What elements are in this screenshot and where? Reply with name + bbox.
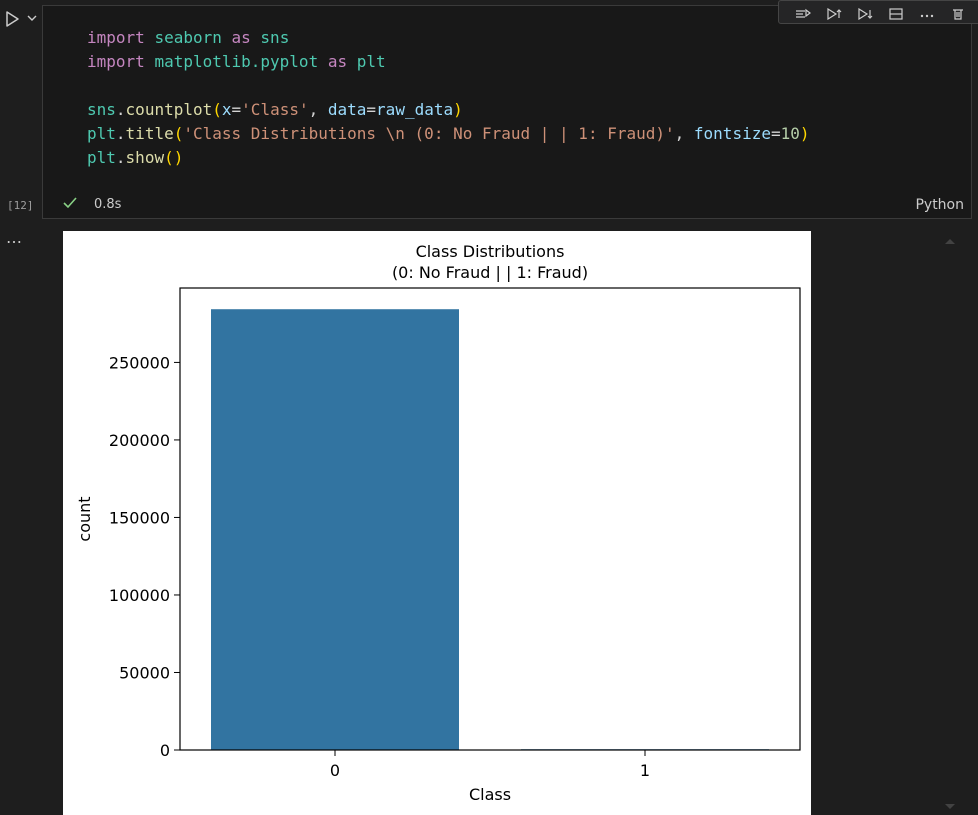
y-tick-label: 150000 <box>109 508 170 527</box>
code-token: import <box>87 28 145 47</box>
run-by-line-icon[interactable] <box>795 8 811 20</box>
code-token: . <box>115 124 126 143</box>
countplot-chart: Class Distributions (0: No Fraud | | 1: F… <box>75 242 801 804</box>
code-line[interactable]: import matplotlib.pyplot as plt <box>87 50 810 74</box>
code-token: . <box>115 148 126 167</box>
split-cell-icon[interactable] <box>888 8 904 20</box>
code-line[interactable]: import seaborn as sns <box>87 26 810 50</box>
cell-toolbar <box>778 0 978 24</box>
code-token: ( <box>212 100 222 119</box>
execute-below-icon[interactable] <box>857 8 873 20</box>
code-line[interactable]: plt.title('Class Distributions \n (0: No… <box>87 122 810 146</box>
code-editor[interactable]: import seaborn as sns import matplotlib.p… <box>87 26 810 170</box>
code-token: data <box>327 100 367 119</box>
code-token: title <box>125 124 174 143</box>
chevron-down-icon[interactable] <box>26 12 38 24</box>
code-token: ) <box>799 124 810 143</box>
delete-cell-icon[interactable] <box>950 8 966 20</box>
code-token: = <box>366 100 377 119</box>
execution-count: [12] <box>7 199 34 212</box>
y-tick-label: 200000 <box>109 431 170 450</box>
cell-output: Class Distributions (0: No Fraud | | 1: F… <box>63 231 811 815</box>
y-tick-label: 250000 <box>109 353 170 372</box>
code-token: countplot <box>125 100 213 119</box>
code-token: 'Class Distributions \n (0: No Fraud | |… <box>183 124 675 143</box>
code-token: seaborn <box>154 28 222 47</box>
code-token: import <box>87 52 145 71</box>
scroll-down-arrow-icon[interactable] <box>944 803 956 811</box>
code-token: 10 <box>780 124 800 143</box>
success-check-icon <box>63 197 77 209</box>
code-token: sns <box>260 28 290 47</box>
code-token: plt <box>356 52 386 71</box>
scroll-up-arrow-icon[interactable] <box>944 237 956 245</box>
code-token: plt <box>87 148 116 167</box>
code-token: matplotlib.pyplot <box>154 52 319 71</box>
code-token: plt <box>87 124 116 143</box>
y-tick-label: 50000 <box>119 663 170 682</box>
code-token: () <box>164 148 184 167</box>
code-token: as <box>327 52 348 71</box>
code-token: , <box>308 100 328 119</box>
code-token: show <box>125 148 165 167</box>
execute-above-icon[interactable] <box>826 8 842 20</box>
code-token: . <box>115 100 126 119</box>
code-token: ) <box>453 100 463 119</box>
y-axis-label: count <box>75 496 94 541</box>
execution-time: 0.8s <box>94 197 122 212</box>
x-tick-label: 0 <box>330 761 340 780</box>
code-token: 'Class' <box>241 100 309 119</box>
chart-title: (0: No Fraud | | 1: Fraud) <box>392 263 588 282</box>
code-token: = <box>231 100 242 119</box>
x-axis-label: Class <box>469 785 511 804</box>
code-token: = <box>770 124 781 143</box>
output-actions-button[interactable]: … <box>6 228 23 247</box>
y-tick-label: 100000 <box>109 586 170 605</box>
x-tick-label: 1 <box>640 761 650 780</box>
code-line[interactable]: sns.countplot(x='Class', data=raw_data) <box>87 98 810 122</box>
chart-title: Class Distributions <box>416 242 565 261</box>
code-token: as <box>231 28 251 47</box>
bar <box>211 309 459 750</box>
run-cell-icon[interactable] <box>4 10 20 28</box>
code-token: sns <box>87 100 116 119</box>
code-token: ( <box>173 124 184 143</box>
more-actions-icon[interactable] <box>919 8 935 20</box>
code-line[interactable]: plt.show() <box>87 146 810 170</box>
code-cell[interactable]: import seaborn as sns import matplotlib.p… <box>42 0 978 219</box>
language-selector[interactable]: Python <box>915 197 964 213</box>
code-line[interactable] <box>87 74 810 98</box>
code-token: , <box>674 124 694 143</box>
code-token: fontsize <box>693 124 771 143</box>
code-token: x <box>221 100 232 119</box>
y-tick-label: 0 <box>160 741 170 760</box>
code-token: raw_data <box>376 100 454 119</box>
